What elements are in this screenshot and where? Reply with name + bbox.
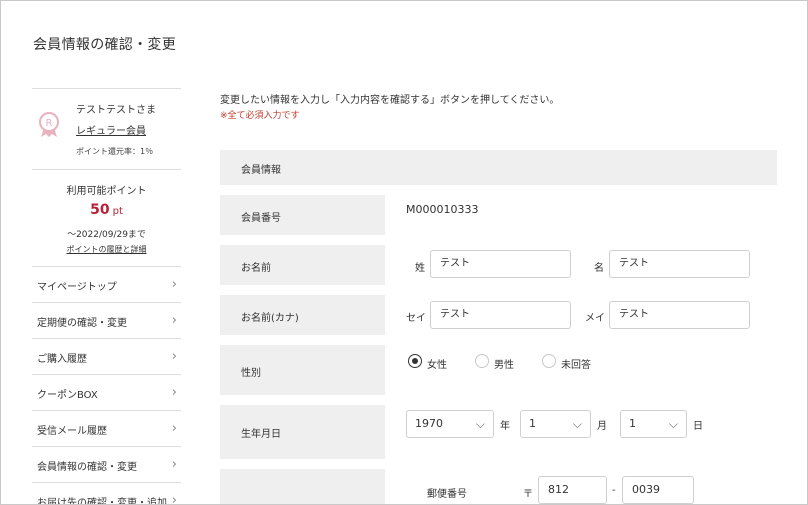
- required-note: ※全て必須入力です: [220, 111, 300, 121]
- chevron-right-icon: ›: [171, 349, 177, 364]
- points-value: 50 pt: [32, 202, 181, 218]
- postal-label: 郵便番号: [427, 489, 467, 500]
- chevron-down-icon: ⌵: [668, 417, 678, 431]
- first-kana-label: メイ: [585, 313, 605, 324]
- gender-male-radio[interactable]: [475, 354, 489, 368]
- sidebar-item-label: マイページトップ: [37, 282, 117, 293]
- points-history-link[interactable]: ポイントの履歴と詳細: [32, 244, 181, 255]
- sidebar: R テストテストさま レギュラー会員 ポイント還元率：1％ 利用可能ポイント 5…: [32, 88, 181, 505]
- member-card: R テストテストさま レギュラー会員 ポイント還元率：1％: [32, 89, 181, 169]
- sidebar-item-label: 会員情報の確認・変更: [37, 462, 137, 473]
- gender-female-radio[interactable]: [408, 354, 422, 368]
- points-label: 利用可能ポイント: [66, 186, 147, 197]
- chevron-right-icon: ›: [171, 313, 177, 328]
- gender-label: 性別: [241, 368, 261, 379]
- page-title: 会員情報の確認・変更: [33, 37, 176, 53]
- intro-text: 変更したい情報を入力し「入力内容を確認する」ボタンを押してください。: [220, 95, 560, 106]
- birth-month-value: 1: [529, 417, 536, 430]
- gender-female-label: 女性: [427, 360, 447, 371]
- chevron-right-icon: ›: [171, 493, 177, 505]
- gender-none-radio[interactable]: [542, 354, 556, 368]
- section-title: 会員情報: [241, 165, 281, 176]
- sidebar-item-delivery-address[interactable]: お届け先の確認・変更・追加 ›: [32, 482, 181, 505]
- last-kana-input[interactable]: テスト: [430, 301, 571, 329]
- first-name-label: 名: [594, 263, 604, 274]
- first-name-input[interactable]: テスト: [609, 250, 750, 278]
- name-label-cell: お名前: [220, 245, 385, 285]
- kana-label-cell: お名前(カナ): [220, 295, 385, 335]
- birth-year-unit: 年: [500, 421, 510, 432]
- birth-month-unit: 月: [597, 421, 607, 432]
- last-kana-label: セイ: [406, 313, 426, 324]
- first-kana-input[interactable]: テスト: [609, 301, 750, 329]
- birthday-label: 生年月日: [241, 429, 281, 440]
- point-rate: ポイント還元率：1％: [76, 147, 154, 156]
- postal-mark: 〒: [523, 489, 533, 500]
- gender-none-label: 未回答: [561, 360, 591, 371]
- chevron-right-icon: ›: [171, 277, 177, 292]
- gender-label-cell: 性別: [220, 345, 385, 395]
- member-number-label: 会員番号: [241, 213, 281, 224]
- sidebar-item-label: クーポンBOX: [37, 390, 98, 401]
- sidebar-item-coupon-box[interactable]: クーポンBOX ›: [32, 374, 181, 410]
- points-unit: pt: [112, 206, 123, 217]
- chevron-right-icon: ›: [171, 457, 177, 472]
- chevron-right-icon: ›: [171, 385, 177, 400]
- sidebar-item-label: 受信メール履歴: [37, 426, 107, 437]
- postal-code-second-input[interactable]: 0039: [622, 476, 694, 504]
- member-number-label-cell: 会員番号: [220, 195, 385, 235]
- rank-badge-icon: R: [39, 112, 59, 137]
- member-rank-link[interactable]: レギュラー会員: [76, 122, 146, 137]
- section-header: 会員情報: [220, 150, 777, 185]
- sidebar-item-member-info[interactable]: 会員情報の確認・変更 ›: [32, 446, 181, 482]
- last-name-label: 姓: [415, 263, 425, 274]
- member-name: テストテストさま: [76, 105, 156, 116]
- points-expiry: ～2022/09/29まで: [67, 230, 146, 240]
- chevron-right-icon: ›: [171, 421, 177, 436]
- last-name-input[interactable]: テスト: [430, 250, 571, 278]
- chevron-down-icon: ⌵: [572, 417, 582, 431]
- birth-year-select[interactable]: 1970 ⌵: [406, 410, 494, 438]
- sidebar-item-label: 定期便の確認・変更: [37, 318, 127, 329]
- chevron-down-icon: ⌵: [475, 417, 485, 431]
- sidebar-item-subscription[interactable]: 定期便の確認・変更 ›: [32, 302, 181, 338]
- points-number: 50: [90, 202, 110, 218]
- birth-day-value: 1: [629, 417, 636, 430]
- sidebar-item-mail-history[interactable]: 受信メール履歴 ›: [32, 410, 181, 446]
- birthday-label-cell: 生年月日: [220, 405, 385, 459]
- sidebar-item-label: お届け先の確認・変更・追加: [37, 498, 167, 505]
- birth-year-value: 1970: [415, 417, 443, 430]
- birth-month-select[interactable]: 1 ⌵: [520, 410, 591, 438]
- sidebar-item-mypage-top[interactable]: マイページトップ ›: [32, 266, 181, 302]
- kana-label: お名前(カナ): [241, 313, 299, 324]
- sidebar-item-label: ご購入履歴: [37, 354, 87, 365]
- svg-text:R: R: [46, 118, 53, 129]
- name-label: お名前: [241, 263, 271, 274]
- postal-code-first-input[interactable]: 812: [538, 476, 607, 504]
- page-frame: 会員情報の確認・変更 R テストテストさま レギュラー会員 ポイント還元率：1％…: [0, 0, 808, 505]
- birth-day-select[interactable]: 1 ⌵: [620, 410, 687, 438]
- address-label-cell: [220, 469, 385, 504]
- birth-day-unit: 日: [693, 421, 703, 432]
- member-number-value: M000010333: [406, 203, 479, 216]
- gender-male-label: 男性: [494, 360, 514, 371]
- points-box: 利用可能ポイント 50 pt ～2022/09/29まで ポイントの履歴と詳細: [32, 170, 181, 266]
- postal-separator: -: [612, 485, 616, 496]
- sidebar-item-purchase-history[interactable]: ご購入履歴 ›: [32, 338, 181, 374]
